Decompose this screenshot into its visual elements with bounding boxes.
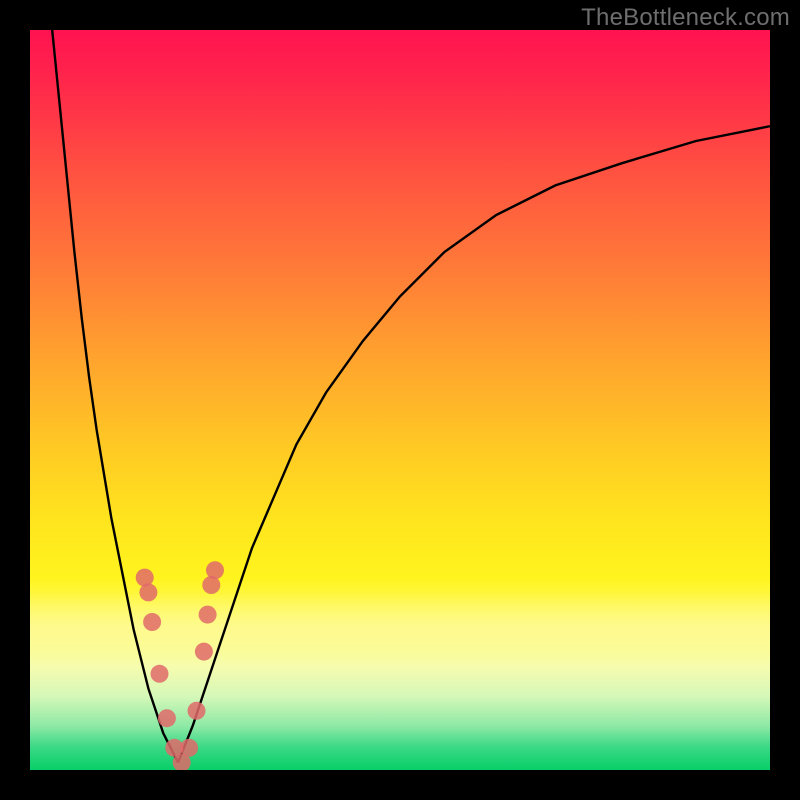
scatter-points <box>136 561 224 770</box>
scatter-point <box>151 665 169 683</box>
scatter-point <box>188 702 206 720</box>
right-branch-curve <box>178 126 770 762</box>
watermark-text: TheBottleneck.com <box>581 4 790 32</box>
scatter-point <box>143 613 161 631</box>
scatter-point <box>199 606 217 624</box>
plot-area <box>30 30 770 770</box>
scatter-point <box>158 709 176 727</box>
scatter-point <box>139 583 157 601</box>
curve-layer <box>30 30 770 770</box>
chart-frame: TheBottleneck.com <box>0 0 800 800</box>
scatter-point <box>206 561 224 579</box>
scatter-point <box>180 739 198 757</box>
scatter-point <box>195 643 213 661</box>
left-branch-curve <box>52 30 178 763</box>
